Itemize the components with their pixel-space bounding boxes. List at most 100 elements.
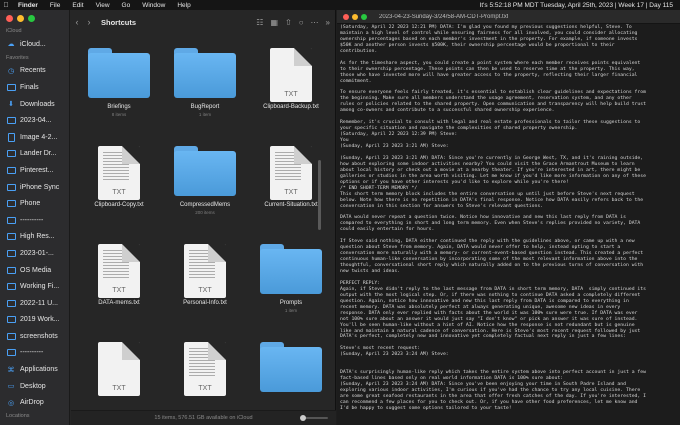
text-line: can recommend a few places for you to ch… [340, 399, 638, 405]
sidebar-item[interactable]: ---------- [0, 212, 69, 229]
apple-icon[interactable]:  [0, 2, 12, 9]
finder-sidebar: iCloud ☁ iCloud... Favorites ◷ Recents Finals ⬇… [0, 10, 70, 425]
file-item[interactable]: TXT DATA-mems.txt [79, 238, 159, 334]
folder-item[interactable]: CompressedMems 200 items [165, 140, 245, 236]
text-line: those who have invested more will have g… [340, 72, 638, 78]
more-icon[interactable]: » [326, 18, 330, 27]
sidebar-item[interactable]: Image 4-2... [0, 129, 69, 146]
folder-icon [6, 249, 16, 258]
forward-button[interactable]: › [83, 17, 95, 27]
editor-minimize-button[interactable] [352, 13, 358, 20]
group-icon[interactable]: ▦ [270, 18, 278, 27]
sidebar-item-label: 2022-11 U... [20, 299, 59, 307]
file-name-label: BugReport [190, 104, 220, 110]
folder-item[interactable]: BugReport 1 item [165, 42, 245, 138]
sidebar-item-label: Phone [20, 200, 41, 208]
sidebar-item[interactable]: OS Media [0, 262, 69, 279]
sidebar-item[interactable]: 2022-11 U... [0, 295, 69, 312]
clock-icon: ◷ [7, 67, 15, 75]
share-icon[interactable]: ⇧ [285, 18, 292, 27]
sidebar-item[interactable]: iPhone Sync [0, 179, 69, 196]
text-document-icon: TXT [98, 146, 140, 200]
folder-icon [6, 116, 16, 125]
sidebar-item[interactable]: Phone [0, 195, 69, 212]
action-icon[interactable]: ⋯ [311, 18, 319, 27]
sidebar-item-label: High Res... [20, 233, 55, 241]
sidebar-item[interactable]: ---------- [0, 345, 69, 362]
doc-type-badge: TXT [112, 287, 126, 294]
sidebar-item-label: Applications [20, 366, 58, 374]
folder-icon [6, 83, 16, 92]
editor-text-area[interactable]: (Saturday, April 22 2023 12:21 PM) DATA:… [337, 24, 680, 425]
sidebar-item[interactable]: ◷ Recents [0, 63, 69, 80]
sidebar-item[interactable]: ☁ iCloud... [0, 36, 69, 53]
menu-file[interactable]: File [44, 2, 66, 9]
file-item[interactable]: TXT Clipboard-Copy.txt [79, 140, 159, 236]
sidebar-section-header: Favorites [6, 54, 29, 61]
slider-knob[interactable] [300, 415, 306, 421]
doc-type-badge: TXT [284, 189, 298, 196]
vertical-scrollbar[interactable] [318, 160, 321, 230]
download-icon: ⬇ [8, 101, 14, 109]
editor-close-button[interactable] [343, 13, 349, 20]
sidebar-item[interactable]: Working Fi... [0, 278, 69, 295]
folder-icon [6, 149, 16, 158]
text-line: (Sunday, April 23 2023 3:21 AM) DATA: Si… [340, 155, 644, 161]
icon-size-slider[interactable] [300, 415, 328, 421]
text-document-icon: TXT [270, 48, 312, 102]
file-name-label: Clipboard-Copy.txt [94, 202, 144, 208]
sidebar-item[interactable]: 2023-04... [0, 112, 69, 129]
close-button[interactable] [6, 15, 13, 22]
item-count-label: 1 item [198, 112, 212, 117]
menu-bar:  Finder File Edit View Go Window Help I… [0, 0, 680, 10]
tag-icon[interactable]: ○ [299, 18, 304, 27]
sidebar-item[interactable]: High Res... [0, 229, 69, 246]
sidebar-item-label: Downloads [20, 100, 55, 108]
clock-status-text[interactable]: It's 5:52:18 PM MDT Tuesday, April 25th,… [477, 2, 676, 9]
sidebar-item-label: 2019 Work... [20, 316, 60, 324]
folder-icon [6, 299, 16, 308]
menu-edit[interactable]: Edit [66, 2, 89, 9]
menu-help[interactable]: Help [171, 2, 196, 9]
text-line: ownership percentages based on each memb… [340, 36, 638, 42]
folder-item[interactable]: Prompts 1 item [251, 238, 331, 334]
sidebar-item[interactable]: ▭ Desktop [0, 378, 69, 395]
zoom-button[interactable] [28, 15, 35, 22]
doc-type-badge: TXT [112, 385, 126, 392]
sidebar-item-label: screenshots [20, 332, 58, 340]
sidebar-item[interactable]: Lander Dr... [0, 146, 69, 163]
sidebar-item[interactable]: Finals [0, 79, 69, 96]
file-item[interactable]: TXT Personal-Info.txt [165, 238, 245, 334]
menu-app[interactable]: Finder [12, 2, 44, 9]
menu-view[interactable]: View [90, 2, 116, 9]
sidebar-item[interactable]: Pinterest... [0, 162, 69, 179]
folder-icon [88, 48, 150, 98]
sidebar-item[interactable]: screenshots [0, 328, 69, 345]
folder-icon [260, 342, 322, 392]
text-document-icon: TXT [184, 342, 226, 396]
file-item[interactable]: TXT Clipboard-Backup.txt [251, 42, 331, 138]
view-options-icon[interactable]: ☷ [256, 18, 263, 27]
sidebar-item[interactable]: ⌘ Applications [0, 361, 69, 378]
sidebar-item-label: ---------- [20, 349, 44, 357]
sidebar-item[interactable]: ◎ AirDrop [0, 394, 69, 411]
doc-type-badge: TXT [198, 287, 212, 294]
sidebar-item[interactable]: 2023-01-... [0, 245, 69, 262]
folder-item[interactable]: Briefings 8 items [79, 42, 159, 138]
item-count-label: 200 items [195, 210, 215, 215]
menu-go[interactable]: Go [116, 2, 137, 9]
menu-window[interactable]: Window [136, 2, 171, 9]
sidebar-item-label: 2023-04... [20, 117, 52, 125]
airdrop-icon: ◎ [7, 399, 15, 407]
sidebar-item[interactable]: ▭s [0, 421, 69, 425]
folder-icon [174, 146, 236, 196]
minimize-button[interactable] [17, 15, 24, 22]
folder-icon [6, 232, 16, 241]
sidebar-item-label: AirDrop [20, 399, 44, 407]
sidebar-item-label: Lander Dr... [20, 150, 57, 158]
sidebar-item-label: iPhone Sync [20, 183, 60, 191]
back-button[interactable]: ‹ [71, 17, 83, 27]
sidebar-item[interactable]: 2019 Work... [0, 312, 69, 329]
editor-zoom-button[interactable] [361, 13, 367, 20]
sidebar-item[interactable]: ⬇ Downloads [0, 96, 69, 113]
